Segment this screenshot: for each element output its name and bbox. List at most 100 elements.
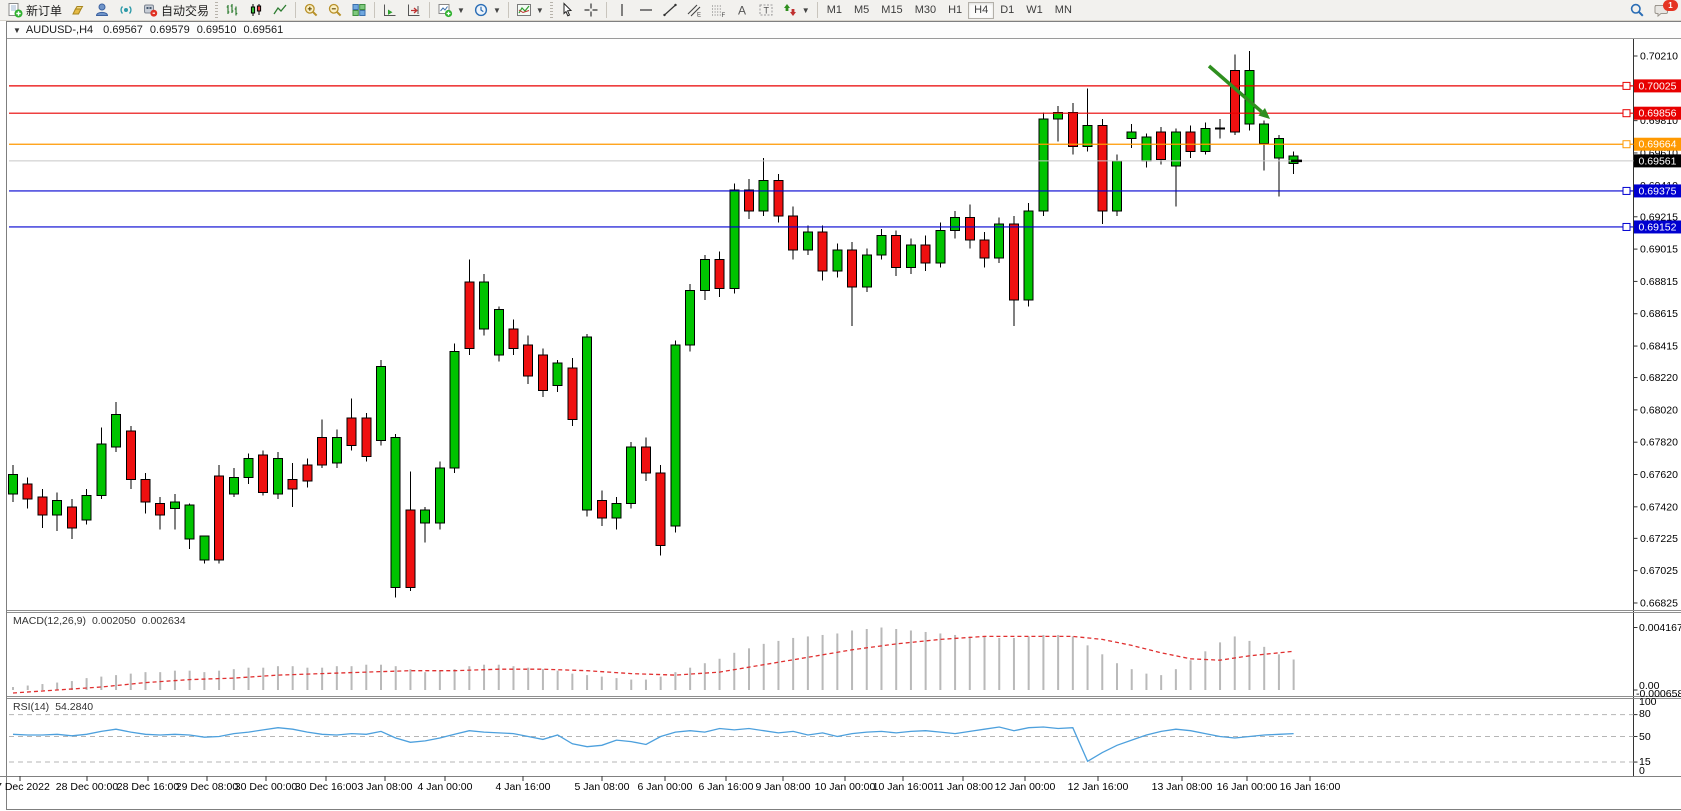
quote-close: 0.69561 [243,24,283,36]
chart-shift-button[interactable] [402,1,426,20]
gold-bar-icon [70,2,86,18]
zoom-in-icon [303,2,319,18]
quote-high: 0.69579 [150,24,190,36]
pane-borders [0,38,1681,777]
svg-text:30 Dec 16:00: 30 Dec 16:00 [295,781,358,793]
auto-trading-button[interactable]: 自动交易 [138,1,213,20]
svg-text:4 Jan 00:00: 4 Jan 00:00 [418,781,473,793]
macd-axis[interactable]: 0.0041670.00-0.000658 [1634,622,1681,700]
timeframe-W1[interactable]: W1 [1020,2,1049,19]
quote-low: 0.69510 [197,24,237,36]
period-button[interactable]: ▼ [469,1,505,20]
trendline-icon [662,2,678,18]
cursor-button[interactable] [555,1,579,20]
macd-label: MACD(12,26,9)0.0020500.002634 [13,615,192,627]
line-handle [1623,82,1630,89]
rsi-axis[interactable]: 1008050150 [1634,696,1657,777]
svg-text:0.69664: 0.69664 [1639,139,1677,151]
crosshair-icon [583,2,599,18]
line-chart-button[interactable] [268,1,292,20]
svg-text:100: 100 [1639,696,1657,708]
svg-text:0.68815: 0.68815 [1640,276,1678,288]
text-icon: A [734,2,750,18]
chart-symbol-period: AUDUSD-,H4 [26,24,93,36]
svg-text:0.67420: 0.67420 [1640,501,1678,513]
new-order-label: 新订单 [26,2,62,19]
notifications-button[interactable]: 1 [1649,1,1675,20]
price-axis[interactable]: 0.702100.700100.698100.696100.694100.692… [1634,51,1681,610]
zoom-out-button[interactable] [323,1,347,20]
accounts-button[interactable] [90,1,114,20]
indicators-button[interactable]: ▼ [512,1,548,20]
svg-text:0.69015: 0.69015 [1640,244,1678,256]
svg-text:0.69375: 0.69375 [1639,185,1677,197]
svg-text:0.70210: 0.70210 [1640,51,1678,63]
svg-text:0.66825: 0.66825 [1640,597,1678,609]
time-axis[interactable]: 27 Dec 202228 Dec 00:0028 Dec 16:0029 De… [0,776,1341,793]
line-chart-icon [272,2,288,18]
vertical-line-button[interactable] [610,1,634,20]
new-chart-button[interactable]: ▼ [433,1,469,20]
deposit-button[interactable] [66,1,90,20]
svg-text:4 Jan 16:00: 4 Jan 16:00 [496,781,551,793]
equidistant-channel-button[interactable]: E [682,1,706,20]
bar-chart-icon [224,2,240,18]
rsi-pane [9,715,1634,762]
horizontal-level-lines[interactable] [9,82,1634,230]
toolbar-separator [295,2,296,18]
zoom-in-button[interactable] [299,1,323,20]
svg-text:80: 80 [1639,708,1651,720]
timeframe-H1[interactable]: H1 [942,2,968,19]
mt4-application: 新订单 自动交易 ▼ ▼ ▼ E F A T ▼ [0,0,1681,811]
timeframe-H4[interactable]: H4 [968,2,994,19]
search-button[interactable] [1625,1,1649,20]
cursor-icon [559,2,575,18]
fibonacci-icon: F [710,2,726,18]
text-button[interactable]: A [730,1,754,20]
new-chart-icon [437,2,453,18]
text-label-button[interactable]: T [754,1,778,20]
arrows-button[interactable]: ▼ [778,1,814,20]
svg-text:0.68415: 0.68415 [1640,341,1678,353]
svg-text:0.67620: 0.67620 [1640,469,1678,481]
chart-canvas[interactable]: 0.702100.700100.698100.696100.694100.692… [0,0,1681,811]
toolbar-separator [606,2,607,18]
chart-menu-caret[interactable]: ▼ [13,26,21,35]
toolbar-separator [508,2,509,18]
bar-chart-button[interactable] [220,1,244,20]
trendline-button[interactable] [658,1,682,20]
svg-text:28 Dec 00:00: 28 Dec 00:00 [56,781,119,793]
horizontal-line-button[interactable] [634,1,658,20]
quote-open: 0.69567 [103,24,143,36]
svg-text:16 Jan 16:00: 16 Jan 16:00 [1280,781,1341,793]
timeframe-M30[interactable]: M30 [909,2,942,19]
timeframe-M1[interactable]: M1 [821,2,848,19]
zoom-out-icon [327,2,343,18]
search-icon [1629,2,1645,18]
timeframe-D1[interactable]: D1 [994,2,1020,19]
toolbar-separator [374,2,375,18]
signals-button[interactable] [114,1,138,20]
auto-scroll-button[interactable] [378,1,402,20]
chart-shift-icon [406,2,422,18]
arrows-icon [782,2,798,18]
svg-text:16 Jan 00:00: 16 Jan 00:00 [1217,781,1278,793]
timeframe-M15[interactable]: M15 [875,2,908,19]
line-handle [1623,187,1630,194]
new-order-button[interactable]: 新订单 [3,1,66,20]
svg-text:5 Jan 08:00: 5 Jan 08:00 [575,781,630,793]
fibonacci-button[interactable]: F [706,1,730,20]
candlestick-icon [248,2,264,18]
timeframe-M5[interactable]: M5 [848,2,875,19]
candlestick-chart-button[interactable] [244,1,268,20]
tile-windows-button[interactable] [347,1,371,20]
timeframe-MN[interactable]: MN [1049,2,1078,19]
svg-text:0.67820: 0.67820 [1640,437,1678,449]
svg-text:6 Jan 00:00: 6 Jan 00:00 [638,781,693,793]
svg-text:0.004167: 0.004167 [1639,622,1681,634]
crosshair-button[interactable] [579,1,603,20]
svg-text:0.69561: 0.69561 [1639,155,1677,167]
svg-text:12 Jan 00:00: 12 Jan 00:00 [995,781,1056,793]
line-handle [1623,223,1630,230]
svg-text:28 Dec 16:00: 28 Dec 16:00 [117,781,180,793]
